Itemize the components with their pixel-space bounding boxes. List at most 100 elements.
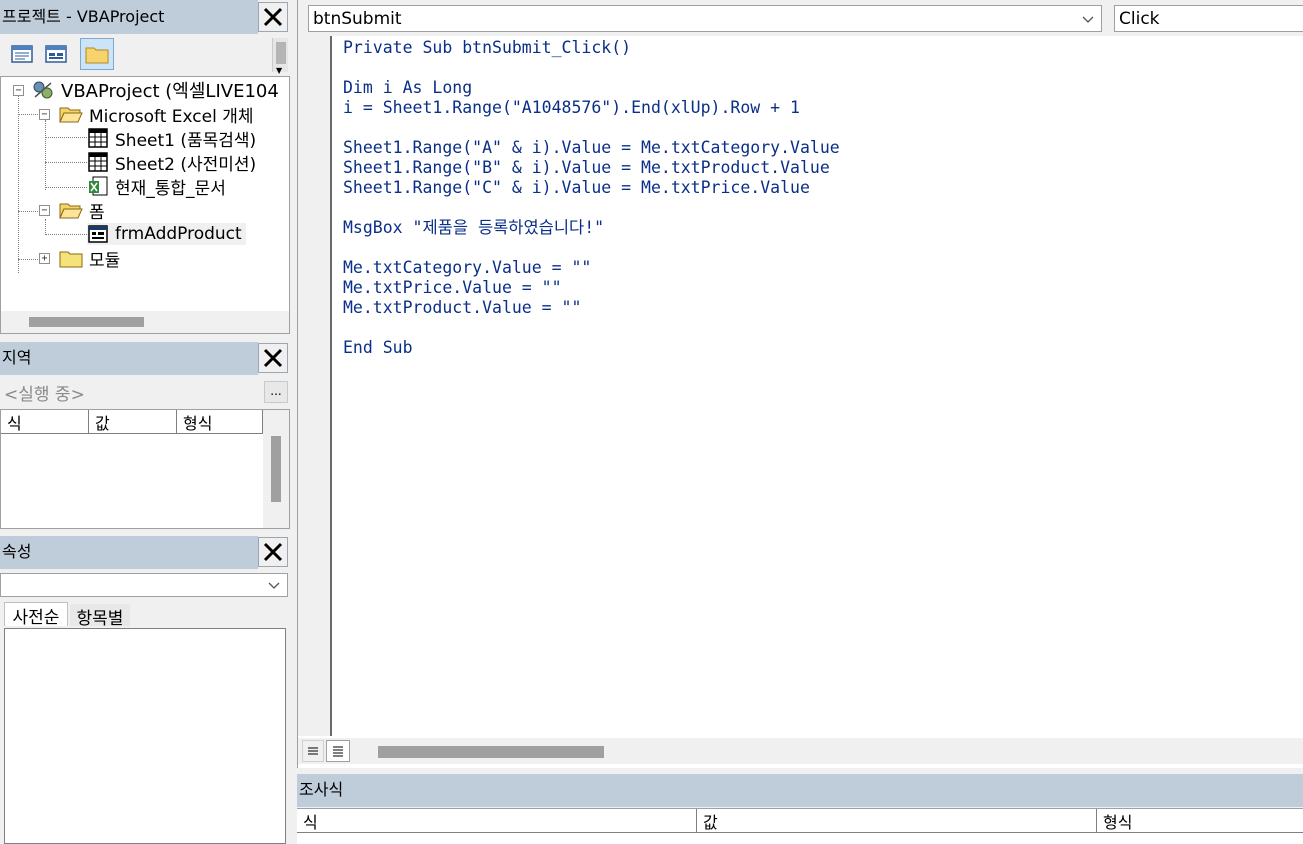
watch-titlebar: 조사식 — [297, 774, 1303, 807]
watch-col-type-label: 형식 — [1103, 813, 1133, 832]
tree-label-excel-objects: Microsoft Excel 개체 — [89, 106, 254, 127]
tree-label-workbook: 현재_통합_문서 — [115, 178, 226, 199]
open-folder-icon — [59, 203, 83, 219]
tree-item-workbook[interactable]: 현재_통합_문서 — [87, 175, 226, 199]
tab-categorized[interactable]: 항목별 — [70, 604, 130, 629]
tree-label-sheet1: Sheet1 (품목검색) — [115, 130, 257, 151]
tab-alphabetic[interactable]: 사전순 — [4, 602, 68, 628]
procedure-view-icon — [308, 747, 318, 755]
watch-col-type[interactable]: 형식 — [1097, 809, 1303, 833]
scroll-thumb[interactable] — [29, 317, 144, 327]
locals-running-label: <실행 중> — [4, 385, 85, 405]
watch-col-value[interactable]: 값 — [697, 809, 1097, 833]
procedure-select-value: Click — [1119, 8, 1160, 29]
code-line[interactable]: Private Sub btnSubmit_Click() — [343, 38, 1293, 58]
worksheet-icon — [88, 128, 108, 148]
code-line[interactable]: Sheet1.Range("A" & i).Value = Me.txtCate… — [343, 138, 1293, 158]
folder-icon — [59, 251, 83, 268]
close-icon — [263, 7, 283, 27]
code-editor[interactable]: Private Sub btnSubmit_Click() Dim i As L… — [343, 38, 1293, 728]
code-line[interactable]: End Sub — [343, 338, 1293, 358]
root-collapse-toggle[interactable]: − — [13, 85, 24, 96]
project-toolbar-scrollbar[interactable]: ▼ — [272, 38, 288, 75]
properties-titlebar: 속성 — [0, 536, 258, 569]
locals-context-row: <실행 중> ... — [0, 378, 290, 406]
properties-grid — [4, 628, 286, 844]
code-line[interactable]: i = Sheet1.Range("A1048576").End(xlUp).R… — [343, 98, 1293, 118]
locals-col-expression[interactable]: 식 — [1, 410, 89, 434]
tab-alphabetic-label: 사전순 — [12, 608, 60, 628]
tree-item-excel-objects[interactable]: Microsoft Excel 개체 — [59, 103, 254, 127]
code-window: btnSubmit Click Private Sub btnSubmit_Cl… — [297, 0, 1303, 768]
view-code-button[interactable] — [8, 40, 36, 68]
object-select-value: btnSubmit — [313, 8, 402, 29]
properties-close-button[interactable] — [258, 537, 288, 567]
watch-col-expression-label: 식 — [303, 813, 318, 832]
locals-call-stack-button[interactable]: ... — [264, 381, 288, 403]
code-line[interactable]: Sheet1.Range("B" & i).Value = Me.txtProd… — [343, 158, 1293, 178]
project-close-button[interactable] — [258, 2, 288, 32]
locals-vscrollbar[interactable] — [263, 410, 289, 528]
tree-item-modules[interactable]: 모듈 — [59, 247, 121, 271]
code-line[interactable] — [343, 118, 1293, 138]
scroll-thumb[interactable] — [271, 436, 281, 502]
code-line[interactable]: Me.txtProduct.Value = "" — [343, 298, 1293, 318]
tree-item-forms[interactable]: 폼 — [59, 199, 105, 223]
userform-icon — [88, 225, 108, 243]
close-icon — [263, 348, 283, 368]
code-line[interactable] — [343, 198, 1293, 218]
code-line[interactable]: Me.txtPrice.Value = "" — [343, 278, 1293, 298]
code-bottom-bar — [298, 738, 1303, 764]
tree-item-sheet2[interactable]: Sheet2 (사전미션) — [87, 151, 256, 175]
procedure-select[interactable]: Click — [1114, 5, 1303, 32]
view-object-button[interactable] — [42, 40, 70, 68]
tree-label-forms: 폼 — [89, 202, 105, 223]
toggle-folders-button[interactable] — [80, 38, 114, 70]
view-code-icon — [11, 45, 33, 63]
chevron-down-icon — [268, 582, 280, 589]
locals-col-type-label: 형식 — [183, 414, 213, 433]
project-toolbar: ▼ — [0, 34, 290, 75]
folder-icon — [85, 47, 109, 64]
project-explorer-titlebar: 프로젝트 - VBAProject — [0, 0, 258, 34]
full-module-view-button[interactable] — [326, 740, 350, 762]
object-select[interactable]: btnSubmit — [308, 5, 1102, 32]
close-icon — [263, 542, 283, 562]
code-line[interactable]: MsgBox "제품을 등록하였습니다!" — [343, 218, 1293, 238]
locals-title: 지역 — [2, 348, 32, 367]
code-line[interactable]: Dim i As Long — [343, 78, 1293, 98]
watch-grid: 식 값 형식 — [297, 808, 1303, 844]
locals-col-value-label: 값 — [95, 414, 110, 433]
forms-collapse-toggle[interactable]: − — [39, 205, 50, 216]
tree-item-sheet1[interactable]: Sheet1 (품목검색) — [87, 127, 257, 151]
procedure-view-button[interactable] — [302, 740, 324, 762]
view-object-icon — [45, 45, 67, 63]
modules-expand-toggle[interactable]: + — [39, 253, 50, 264]
locals-titlebar: 지역 — [0, 342, 258, 375]
locals-close-button[interactable] — [258, 343, 288, 373]
properties-title: 속성 — [2, 542, 32, 561]
chevron-down-icon — [1082, 16, 1094, 23]
tab-categorized-label: 항목별 — [76, 609, 124, 629]
properties-object-select[interactable] — [0, 573, 288, 597]
locals-col-value[interactable]: 값 — [89, 410, 177, 434]
project-tree-hscrollbar[interactable] — [1, 311, 289, 333]
locals-col-type[interactable]: 형식 — [177, 410, 263, 434]
watch-col-expression[interactable]: 식 — [297, 809, 697, 833]
tree-item-vbaproject[interactable]: VBAProject (엑셀LIVE104 — [31, 79, 279, 102]
locals-col-expression-label: 식 — [7, 414, 22, 433]
code-line[interactable] — [343, 58, 1293, 78]
full-module-view-icon — [333, 746, 343, 757]
tree-label-modules: 모듈 — [89, 250, 121, 271]
code-hscroll-thumb[interactable] — [378, 746, 604, 758]
code-line[interactable] — [343, 238, 1293, 258]
tree-label-vbaproject: VBAProject (엑셀LIVE104 — [61, 81, 279, 102]
objects-collapse-toggle[interactable]: − — [39, 109, 50, 120]
project-tree: − VBAProject (엑셀LIVE104 − Microsoft Exce… — [0, 76, 290, 334]
code-line[interactable]: Sheet1.Range("C" & i).Value = Me.txtPric… — [343, 178, 1293, 198]
code-margin — [298, 36, 332, 736]
code-line[interactable] — [343, 318, 1293, 338]
code-line[interactable]: Me.txtCategory.Value = "" — [343, 258, 1293, 278]
locals-grid: 식 값 형식 — [0, 409, 290, 529]
tree-item-frmaddproduct[interactable]: frmAddProduct — [87, 223, 246, 245]
